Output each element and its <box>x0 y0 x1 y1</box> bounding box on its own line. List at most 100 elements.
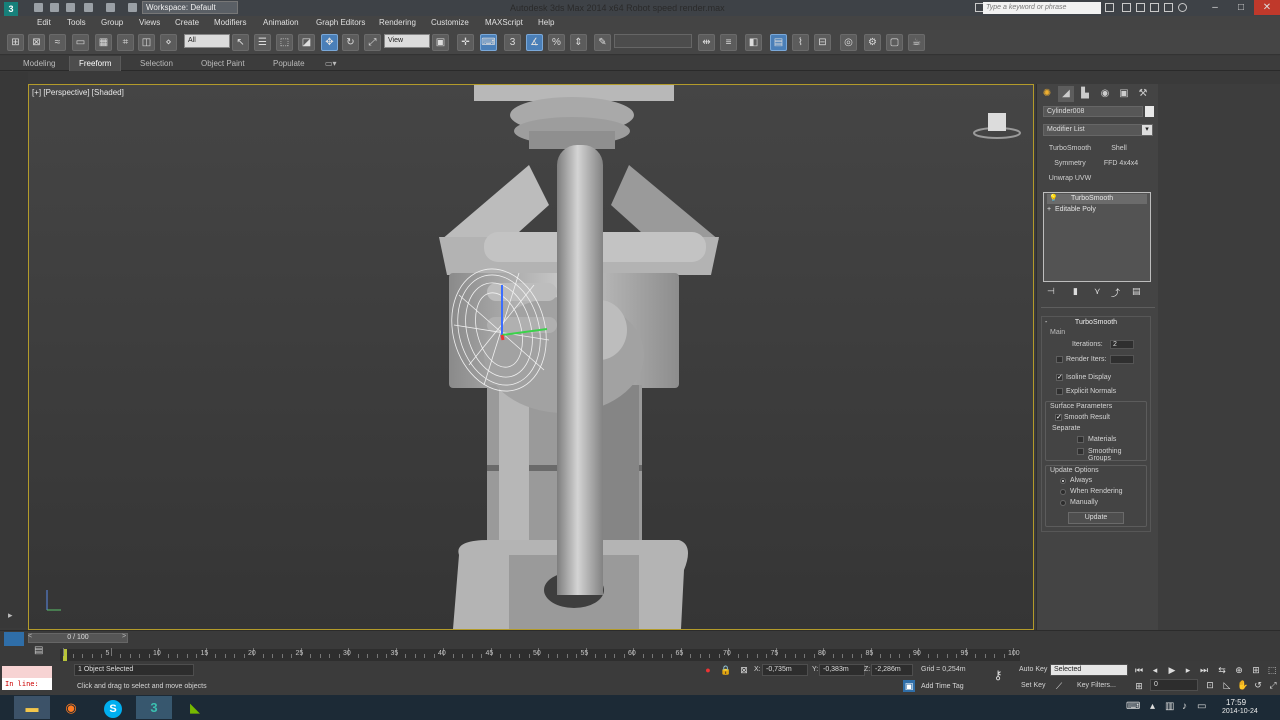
viewcube-icon[interactable] <box>988 113 1006 131</box>
select-object-icon[interactable]: ▭ <box>72 34 89 51</box>
slider-left-arrow-icon[interactable]: < <box>28 633 32 640</box>
smoothing-groups-checkbox[interactable] <box>1077 448 1084 455</box>
file-explorer-icon[interactable]: ▬ <box>14 696 50 719</box>
update-button[interactable]: Update <box>1068 512 1124 524</box>
isolate-selection-icon[interactable]: ● <box>702 664 714 676</box>
go-to-end-icon[interactable]: ⏭ <box>1198 664 1210 676</box>
default-in-out-tangent-icon[interactable]: ⊞ <box>1133 680 1145 692</box>
binoculars-icon[interactable] <box>1105 3 1114 12</box>
expand-arrow-icon[interactable]: ▸ <box>8 610 13 621</box>
materials-checkbox[interactable] <box>1077 436 1084 443</box>
named-selection-sets-dropdown[interactable] <box>614 34 692 48</box>
maxscript-mini-listener-pink[interactable] <box>2 666 52 678</box>
selection-region-icon[interactable]: ⬚ <box>276 34 293 51</box>
3ds-max-taskbar-icon[interactable]: 3 <box>136 696 172 719</box>
volume-icon[interactable]: ♪ <box>1182 701 1187 712</box>
ribbon-tab-selection[interactable]: Selection <box>140 59 173 68</box>
modify-tab-icon[interactable]: ◢ <box>1058 86 1074 102</box>
snaps-toggle-icon[interactable]: 3 <box>504 34 521 51</box>
menu-customize[interactable]: Customize <box>431 18 469 27</box>
material-editor-icon[interactable]: ◎ <box>840 34 857 51</box>
time-tag-icon[interactable]: ▣ <box>903 680 915 692</box>
rollout-title[interactable]: - TurboSmooth <box>1042 319 1150 326</box>
stack-item-editable-poly[interactable]: + Editable Poly <box>1047 205 1096 215</box>
select-and-move-alt-icon[interactable]: ⋄ <box>160 34 177 51</box>
motion-tab-icon[interactable]: ◉ <box>1097 86 1113 102</box>
go-to-start-icon[interactable]: ⏮ <box>1133 664 1145 676</box>
iterations-spinner[interactable]: 2 <box>1110 340 1134 349</box>
ribbon-tab-populate[interactable]: Populate <box>273 59 305 68</box>
unwrap-uvw-button[interactable]: Unwrap UVW <box>1045 173 1095 185</box>
isoline-display-checkbox[interactable]: ✓ <box>1056 374 1063 381</box>
menu-create[interactable]: Create <box>175 18 199 27</box>
save-file-icon[interactable] <box>66 3 75 12</box>
selection-filter-dropdown[interactable]: All <box>184 34 230 48</box>
keyboard-icon[interactable]: ⌨ <box>1126 701 1140 712</box>
symmetry-button[interactable]: Symmetry <box>1045 158 1095 170</box>
show-hidden-icons[interactable]: ▴ <box>1150 701 1155 712</box>
subscription-icon[interactable] <box>1122 3 1131 12</box>
bind-space-warp-icon[interactable]: ≈ <box>49 34 66 51</box>
expand-plus-icon[interactable]: + <box>1047 205 1051 215</box>
align-icon[interactable]: ≡ <box>720 34 737 51</box>
menu-modifiers[interactable]: Modifiers <box>214 18 246 27</box>
rectangular-selection-icon[interactable]: ⌗ <box>117 34 134 51</box>
x-coordinate-field[interactable]: -0,735m <box>762 664 808 676</box>
menu-rendering[interactable]: Rendering <box>379 18 416 27</box>
render-iters-spinner[interactable] <box>1110 355 1134 364</box>
utilities-tab-icon[interactable]: ⚒ <box>1135 86 1151 102</box>
search-input[interactable]: Type a keyword or phrase <box>983 2 1101 14</box>
app-logo-icon[interactable]: 3 <box>4 2 18 16</box>
ribbon-tab-modeling[interactable]: Modeling <box>23 59 55 68</box>
track-bar-menu-icon[interactable]: ▤ <box>34 645 48 659</box>
maxscript-mini-listener[interactable]: In line: <box>2 678 52 690</box>
menu-help[interactable]: Help <box>538 18 554 27</box>
orbit-icon[interactable]: ↺ <box>1252 679 1264 691</box>
menu-tools[interactable]: Tools <box>67 18 86 27</box>
always-radio[interactable] <box>1060 478 1066 484</box>
keyboard-shortcut-override-icon[interactable]: ⌨ <box>480 34 497 51</box>
communication-center-icon[interactable] <box>1136 3 1145 12</box>
key-mode-toggle-icon[interactable]: ⇆ <box>1216 664 1228 676</box>
minimize-button[interactable]: – <box>1202 0 1228 15</box>
layer-explorer-icon[interactable]: ◧ <box>745 34 762 51</box>
workspace-dropdown[interactable]: Workspace: Default <box>142 1 238 14</box>
set-key-label[interactable]: Set Key <box>1021 682 1046 689</box>
selection-lock-icon[interactable]: 🔒 <box>720 664 732 676</box>
pin-stack-icon[interactable]: ⊣ <box>1047 286 1055 297</box>
angle-snap-icon[interactable]: ∡ <box>526 34 543 51</box>
window-crossing-toggle-icon[interactable]: ◪ <box>298 34 315 51</box>
render-production-icon[interactable]: ☕ <box>908 34 925 51</box>
link-icon[interactable]: ⊞ <box>7 34 24 51</box>
object-name-field[interactable]: Cylinder008 <box>1043 106 1143 117</box>
project-folder-icon[interactable] <box>128 3 137 12</box>
create-tab-icon[interactable]: ✺ <box>1039 86 1055 102</box>
select-and-scale-icon[interactable]: ⤢ <box>364 34 381 51</box>
menu-views[interactable]: Views <box>139 18 160 27</box>
window-crossing-icon[interactable]: ◫ <box>138 34 155 51</box>
menu-edit[interactable]: Edit <box>37 18 51 27</box>
ribbon-tab-object-paint[interactable]: Object Paint <box>201 59 245 68</box>
object-color-swatch[interactable] <box>1145 106 1154 117</box>
battery-icon[interactable]: ▭ <box>1197 701 1206 712</box>
time-slider[interactable]: 0 / 100 <box>28 633 128 643</box>
remove-modifier-icon[interactable]: ⤴ <box>1111 286 1120 299</box>
curve-editor-icon[interactable]: ⌇ <box>792 34 809 51</box>
favorites-icon[interactable] <box>1150 3 1159 12</box>
redo-icon[interactable] <box>106 3 115 12</box>
display-tab-icon[interactable]: ▣ <box>1116 86 1132 102</box>
clock-date[interactable]: 2014-10-24 <box>1222 708 1258 715</box>
field-of-view-icon[interactable]: ◺ <box>1221 679 1233 691</box>
auto-key-button[interactable]: Auto Key <box>1019 666 1047 673</box>
configure-modifier-sets-icon[interactable]: ▤ <box>1132 286 1141 297</box>
menu-group[interactable]: Group <box>101 18 123 27</box>
key-filter-selection-dropdown[interactable]: Selected <box>1050 664 1128 676</box>
pan-view-icon[interactable]: ✋ <box>1237 679 1249 691</box>
menu-animation[interactable]: Animation <box>263 18 299 27</box>
ribbon-options-icon[interactable]: ▭▾ <box>325 59 337 68</box>
select-and-move-icon[interactable]: ✥ <box>321 34 338 51</box>
reference-coordinate-dropdown[interactable]: View <box>384 34 430 48</box>
edit-named-selection-icon[interactable]: ✎ <box>594 34 611 51</box>
next-frame-icon[interactable]: ▸ <box>1182 664 1194 676</box>
play-icon[interactable]: ▶ <box>1166 664 1178 676</box>
